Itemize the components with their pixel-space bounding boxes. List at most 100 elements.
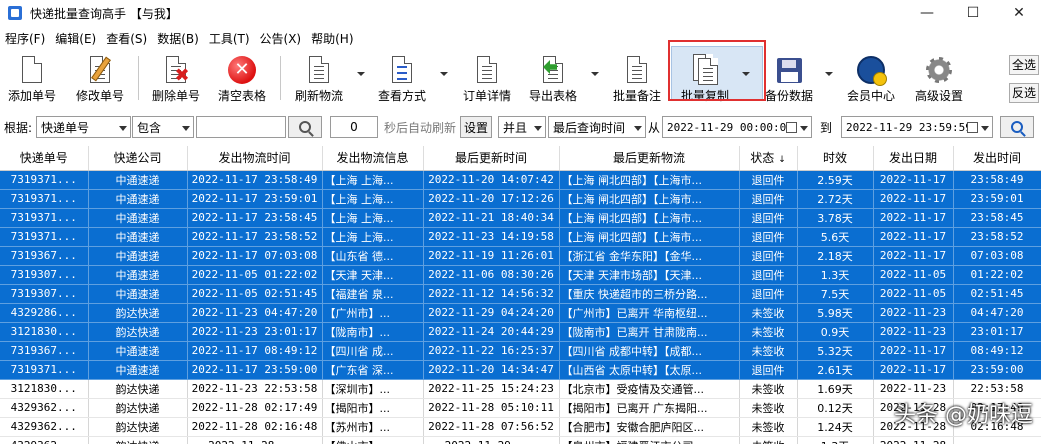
table-cell: 2022-11-23 14:19:58 bbox=[423, 227, 560, 247]
table-cell: 【广州市】已离开 华南枢纽... bbox=[559, 303, 740, 323]
table-cell: 未签收 bbox=[739, 398, 798, 418]
table-cell: 【上海 闸北四部】【上海市... bbox=[559, 189, 740, 209]
table-cell: 2022-11-29 ... bbox=[423, 436, 560, 444]
keyword-input[interactable] bbox=[196, 116, 286, 138]
table-row[interactable]: 7319371... 中通速递 2022-11-17 23:58:52 【上海 上海.… bbox=[0, 227, 1041, 247]
table-row[interactable]: 7319371... 中通速递 2022-11-17 23:58:49 【上海 上海.… bbox=[0, 170, 1041, 190]
table-cell: 0.9天 bbox=[797, 322, 874, 342]
edit-number-button[interactable]: 修改单号 bbox=[72, 50, 128, 104]
table-cell: 04:47:20 bbox=[953, 303, 1041, 323]
table-cell: 中通速递 bbox=[88, 170, 188, 190]
col-duration[interactable]: 时效 bbox=[797, 146, 874, 171]
menu-edit[interactable]: 编辑(E) bbox=[50, 30, 101, 47]
data-grid[interactable]: 快递单号 快递公司 发出物流时间 发出物流信息 最后更新时间 最后更新物流 状态… bbox=[0, 146, 1041, 444]
table-cell: 韵达快递 bbox=[88, 436, 188, 444]
export-table-button[interactable]: 导出表格 bbox=[524, 50, 582, 104]
col-last-update-time[interactable]: 最后更新时间 bbox=[423, 146, 560, 171]
table-cell: 未签收 bbox=[739, 341, 798, 361]
table-row[interactable]: 4329362... 韵达快递 2022-11-28 02:17:49 【揭阳市】..… bbox=[0, 398, 1041, 418]
select-all-button[interactable]: 全选 bbox=[1009, 55, 1039, 75]
menu-notice[interactable]: 公告(X) bbox=[255, 30, 307, 47]
table-cell: 2022-11-28 07:56:52 bbox=[423, 417, 560, 437]
table-row[interactable]: 7319307... 中通速递 2022-11-05 02:51:45 【福建省 泉.… bbox=[0, 284, 1041, 304]
table-row[interactable]: 4329362... 韵达快递 2022-11-28 02:16:48 【苏州市】..… bbox=[0, 417, 1041, 437]
table-cell: 退回件 bbox=[739, 246, 798, 266]
search-button[interactable] bbox=[288, 116, 322, 138]
table-cell: 2022-11-17 bbox=[873, 227, 954, 247]
table-cell: 2022-11-17 23:58:52 bbox=[187, 227, 323, 247]
table-row[interactable]: 3121830... 韵达快递 2022-11-23 22:53:58 【深圳市】..… bbox=[0, 379, 1041, 399]
table-cell: 2022-11-17 bbox=[873, 360, 954, 380]
filter-label: 根据: bbox=[4, 120, 33, 135]
time-field-select[interactable]: 最后查询时间 bbox=[548, 116, 646, 138]
table-row[interactable]: 3121830... 韵达快递 2022-11-23 23:01:17 【陇南市】..… bbox=[0, 322, 1041, 342]
clear-table-button[interactable]: ✕ 清空表格 bbox=[214, 50, 270, 104]
from-date-picker[interactable]: 2022-11-29 00:00:00 bbox=[662, 116, 812, 138]
col-courier[interactable]: 快递公司 bbox=[88, 146, 188, 171]
table-cell: 【广州市】... bbox=[322, 303, 424, 323]
table-row[interactable]: 7319367... 中通速递 2022-11-17 08:49:12 【四川省 成.… bbox=[0, 341, 1041, 361]
menu-program[interactable]: 程序(F) bbox=[0, 30, 50, 47]
delete-number-button[interactable]: ✖ 删除单号 bbox=[148, 50, 204, 104]
col-tracking-number[interactable]: 快递单号 bbox=[0, 146, 89, 171]
date-search-button[interactable] bbox=[1000, 116, 1034, 138]
table-cell: 2022-11-19 11:26:01 bbox=[423, 246, 560, 266]
table-cell: 2022-11-17 bbox=[873, 189, 954, 209]
view-dropdown-arrow[interactable] bbox=[440, 72, 449, 77]
col-last-update-info[interactable]: 最后更新物流 bbox=[559, 146, 740, 171]
menu-tools[interactable]: 工具(T) bbox=[204, 30, 255, 47]
col-ship-info[interactable]: 发出物流信息 bbox=[322, 146, 424, 171]
table-cell: 2022-11-23 bbox=[873, 303, 954, 323]
settings-button[interactable]: 设置 bbox=[460, 116, 492, 138]
table-cell: 【苏州市】... bbox=[322, 417, 424, 437]
clock-icon bbox=[857, 56, 887, 86]
member-center-button[interactable]: 会员中心 bbox=[842, 50, 900, 104]
maximize-button[interactable]: ☐ bbox=[950, 0, 996, 26]
col-status[interactable]: 状态 ↓ bbox=[739, 146, 798, 171]
table-cell: 5.6天 bbox=[797, 227, 874, 247]
table-cell: 退回件 bbox=[739, 189, 798, 209]
view-mode-button[interactable]: 查看方式 bbox=[372, 50, 432, 104]
refresh-logistics-button[interactable]: 刷新物流 bbox=[290, 50, 348, 104]
toolbar: 添加单号 修改单号 ✖ 删除单号 ✕ 清空表格 刷新物流 查看方式 订单详情 导… bbox=[0, 50, 1041, 106]
close-button[interactable]: ✕ bbox=[996, 0, 1041, 26]
backup-data-button[interactable]: 备份数据 bbox=[760, 50, 818, 104]
minimize-button[interactable]: — bbox=[904, 0, 950, 26]
watermark: 头条 @奶味逗 bbox=[894, 403, 1033, 428]
match-select[interactable]: 包含 bbox=[132, 116, 194, 138]
menu-help[interactable]: 帮助(H) bbox=[306, 30, 358, 47]
chevron-down-icon bbox=[534, 126, 542, 131]
invert-selection-button[interactable]: 反选 bbox=[1009, 83, 1039, 103]
table-cell: 2022-11-05 bbox=[873, 284, 954, 304]
table-row[interactable]: 7319307... 中通速递 2022-11-05 01:22:02 【天津 天津.… bbox=[0, 265, 1041, 285]
col-ship-clock[interactable]: 发出时间 bbox=[953, 146, 1041, 171]
table-row[interactable]: 7319371... 中通速递 2022-11-17 23:58:45 【上海 上海.… bbox=[0, 208, 1041, 228]
advanced-settings-button[interactable]: 高级设置 bbox=[908, 50, 970, 104]
order-detail-button[interactable]: 订单详情 bbox=[458, 50, 516, 104]
col-ship-time[interactable]: 发出物流时间 bbox=[187, 146, 323, 171]
backup-dropdown-arrow[interactable] bbox=[825, 72, 834, 77]
batch-note-button[interactable]: 批量备注 bbox=[608, 50, 666, 104]
table-cell: 退回件 bbox=[739, 284, 798, 304]
col-ship-date[interactable]: 发出日期 bbox=[873, 146, 954, 171]
table-cell: 4329286... bbox=[0, 303, 89, 323]
table-cell: 【山西省 太原中转】【太原... bbox=[559, 360, 740, 380]
to-date-picker[interactable]: 2022-11-29 23:59:59 bbox=[841, 116, 993, 138]
table-cell: 1.24天 bbox=[797, 417, 874, 437]
table-row[interactable]: 7319371... 中通速递 2022-11-17 23:59:01 【上海 上海.… bbox=[0, 189, 1041, 209]
logic-select[interactable]: 并且 bbox=[498, 116, 546, 138]
interval-input[interactable]: 0 bbox=[330, 116, 378, 138]
add-number-button[interactable]: 添加单号 bbox=[4, 50, 60, 104]
table-cell: 7319371... bbox=[0, 170, 89, 190]
table-cell: 0.12天 bbox=[797, 398, 874, 418]
export-dropdown-arrow[interactable] bbox=[591, 72, 600, 77]
table-row[interactable]: 4329286... 韵达快递 2022-11-23 04:47:20 【广州市】..… bbox=[0, 303, 1041, 323]
menu-data[interactable]: 数据(B) bbox=[152, 30, 204, 47]
table-row[interactable]: 7319367... 中通速递 2022-11-17 07:03:08 【山东省 德.… bbox=[0, 246, 1041, 266]
field-select[interactable]: 快递单号 bbox=[36, 116, 131, 138]
table-cell: 2022-11-23 23:01:17 bbox=[187, 322, 323, 342]
refresh-dropdown-arrow[interactable] bbox=[357, 72, 366, 77]
table-row[interactable]: 7319371... 中通速递 2022-11-17 23:59:00 【广东省 深.… bbox=[0, 360, 1041, 380]
menu-view[interactable]: 查看(S) bbox=[101, 30, 152, 47]
table-row[interactable]: 4329362...韵达快递2022-11-28 ...【佛山市】...2022… bbox=[0, 436, 1041, 444]
